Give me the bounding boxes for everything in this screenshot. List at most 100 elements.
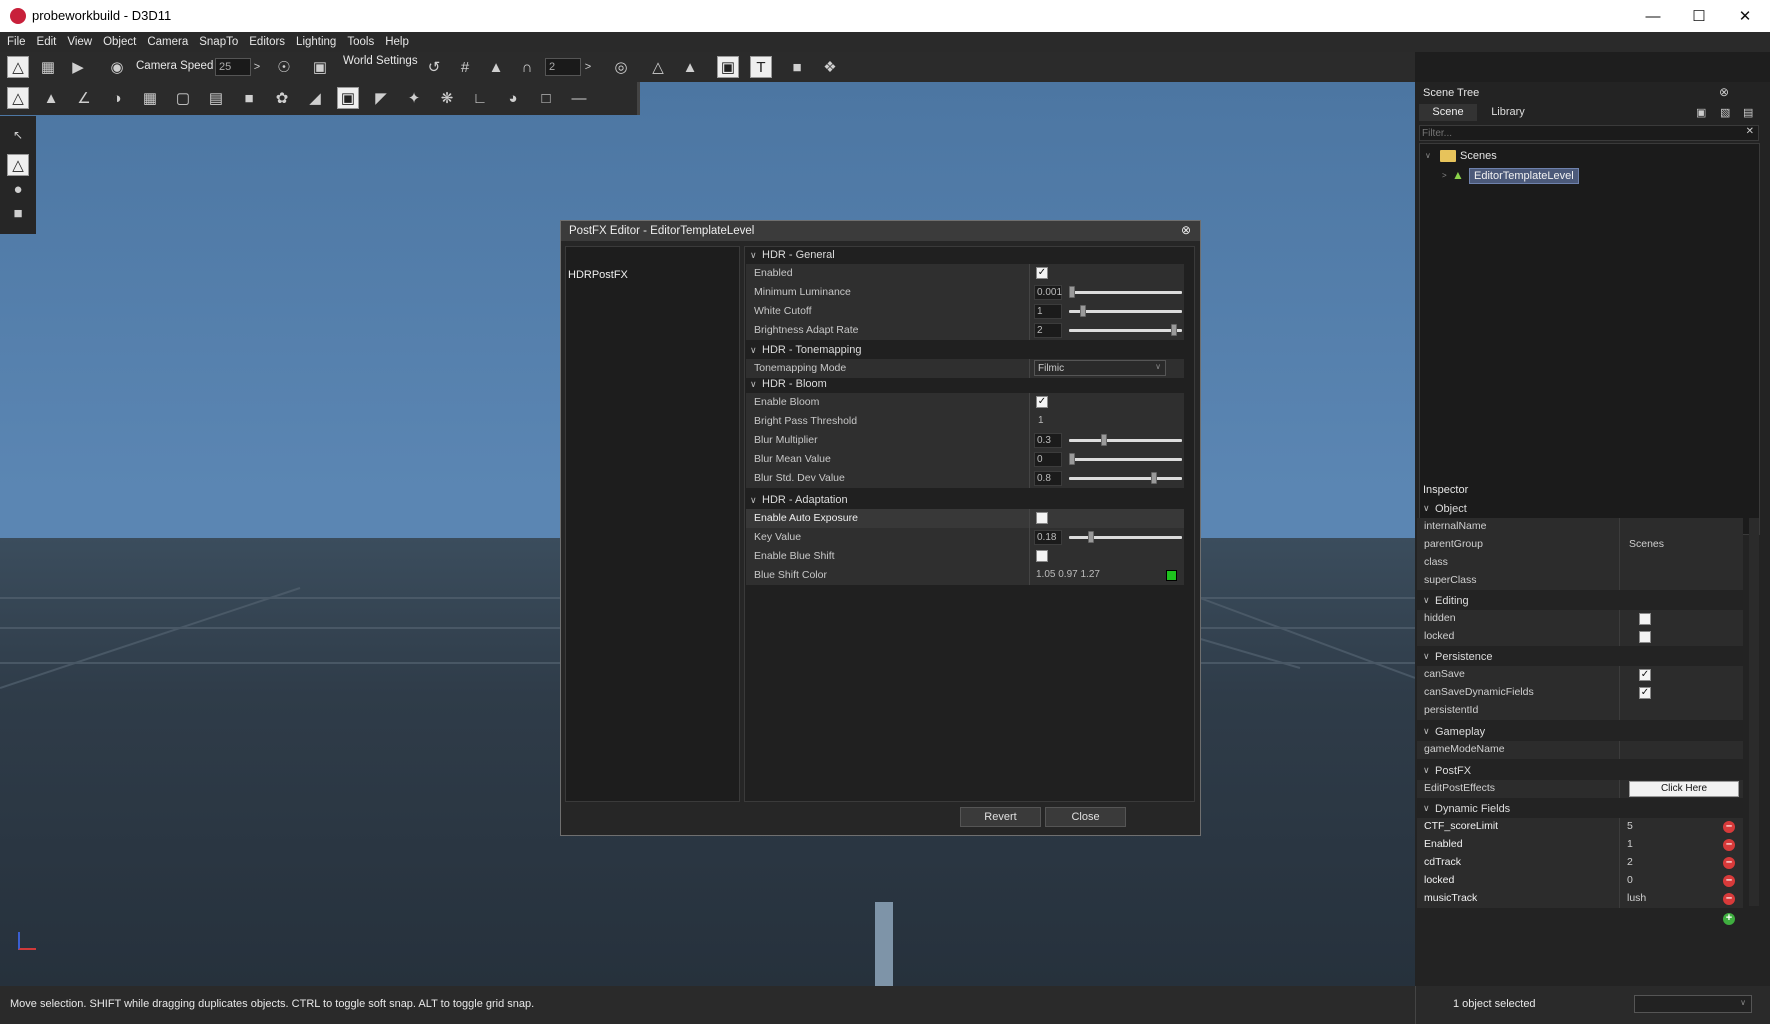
clear-filter-icon[interactable]: ✕ <box>1746 126 1754 137</box>
folder-icon[interactable]: ▧ <box>1720 106 1730 119</box>
field-value[interactable]: Scenes <box>1629 538 1664 550</box>
menu-edit[interactable]: Edit <box>37 36 57 48</box>
mic-icon[interactable]: ● <box>7 178 29 200</box>
leaf-tool-icon[interactable]: ✿ <box>271 87 293 109</box>
section-gameplay[interactable]: ∨ Gameplay <box>1415 723 1756 740</box>
slider-knob[interactable] <box>1079 305 1086 317</box>
menu-lighting[interactable]: Lighting <box>296 36 336 48</box>
frame-tool-icon[interactable]: □ <box>535 87 557 109</box>
drop-at-camera-icon[interactable]: ❖ <box>819 56 841 78</box>
text-label-icon[interactable]: T <box>750 56 772 78</box>
field-value[interactable]: lush <box>1627 892 1646 904</box>
blur-multiplier-input[interactable]: 0.3 <box>1034 433 1062 448</box>
slider-knob[interactable] <box>1087 531 1094 543</box>
play-icon[interactable]: ▶ <box>67 56 89 78</box>
world-settings-label[interactable]: World Settings <box>343 55 418 67</box>
field-value[interactable]: 5 <box>1627 820 1633 832</box>
key-value-slider[interactable] <box>1069 531 1182 543</box>
remove-field-icon[interactable]: – <box>1723 821 1735 833</box>
blur-std-slider[interactable] <box>1069 472 1182 484</box>
field-value[interactable]: 2 <box>1627 856 1633 868</box>
select-tool-icon[interactable]: △ <box>7 87 29 109</box>
remove-field-icon[interactable]: – <box>1723 875 1735 887</box>
filter-input[interactable] <box>1422 126 1722 140</box>
terrain-editor-icon[interactable]: △ <box>7 56 29 78</box>
blue-shift-checkbox[interactable] <box>1036 550 1048 562</box>
cansavedynamicfields-checkbox[interactable]: ✓ <box>1639 687 1651 699</box>
terrain-snap-icon[interactable]: ▲ <box>485 56 507 78</box>
menu-file[interactable]: File <box>7 36 26 48</box>
blur-multiplier-slider[interactable] <box>1069 434 1182 446</box>
shading-icon[interactable]: △ <box>647 56 669 78</box>
tonemapping-mode-select[interactable]: Filmic ∨ <box>1034 360 1166 376</box>
sound-tool-icon[interactable]: ◕ <box>502 87 524 109</box>
link-tool-icon[interactable]: — <box>568 87 590 109</box>
slider-knob[interactable] <box>1100 434 1107 446</box>
menu-tools[interactable]: Tools <box>347 36 374 48</box>
cube-tool-icon[interactable]: ▢ <box>172 87 194 109</box>
group-hdr-adaptation[interactable]: ∨ HDR - Adaptation <box>745 492 1185 508</box>
color-swatch[interactable] <box>1166 570 1177 581</box>
add-field-icon[interactable]: + <box>1723 913 1735 925</box>
hidden-checkbox[interactable] <box>1639 613 1651 625</box>
angle-tool-icon[interactable]: ∠ <box>73 87 95 109</box>
slider-knob[interactable] <box>1069 453 1075 465</box>
chevron-right-icon[interactable]: > <box>1442 171 1447 180</box>
cansave-checkbox[interactable]: ✓ <box>1639 669 1651 681</box>
visibility-eye-icon[interactable]: ☉ <box>273 56 295 78</box>
blur-mean-input[interactable]: 0 <box>1034 452 1062 467</box>
fit-view-icon[interactable]: ▣ <box>309 56 331 78</box>
path-tool-icon[interactable]: ▤ <box>205 87 227 109</box>
slider-knob[interactable] <box>1069 286 1075 298</box>
close-window-button[interactable]: ✕ <box>1722 0 1768 32</box>
bright-pass-value[interactable]: 1 <box>1038 415 1044 426</box>
grid-size-arrow-icon[interactable]: > <box>580 56 596 78</box>
lock-icon[interactable]: ▣ <box>1696 106 1706 119</box>
camera-speed-arrow-icon[interactable]: > <box>249 56 265 78</box>
locked-checkbox[interactable] <box>1639 631 1651 643</box>
magnet-icon[interactable]: ∩ <box>516 56 538 78</box>
maximize-button[interactable]: ☐ <box>1676 0 1722 32</box>
postfx-list-item[interactable]: HDRPostFX <box>568 269 628 281</box>
menu-object[interactable]: Object <box>103 36 136 48</box>
menu-snapto[interactable]: SnapTo <box>199 36 238 48</box>
min-luminance-slider[interactable] <box>1069 286 1182 298</box>
mountain-tool-icon[interactable]: ▲ <box>40 87 62 109</box>
blur-mean-slider[interactable] <box>1069 453 1182 465</box>
tree-item-editortemplatelevel[interactable]: EditorTemplateLevel <box>1469 168 1579 184</box>
section-dynamic-fields[interactable]: ∨ Dynamic Fields <box>1415 800 1756 817</box>
group-hdr-tonemapping[interactable]: ∨ HDR - Tonemapping <box>745 342 1185 358</box>
section-persistence[interactable]: ∨ Persistence <box>1415 648 1756 665</box>
light-tool-icon[interactable]: ✦ <box>403 87 425 109</box>
tree-item-scenes[interactable]: Scenes <box>1460 150 1497 162</box>
bounds-tool-icon[interactable]: ▣ <box>337 87 359 109</box>
click-here-button[interactable]: Click Here <box>1629 781 1739 797</box>
adapt-rate-input[interactable]: 2 <box>1034 323 1062 338</box>
adapt-rate-slider[interactable] <box>1069 324 1182 336</box>
stamp-tool-icon[interactable]: ■ <box>238 87 260 109</box>
grid-size-input[interactable]: 2 <box>545 58 581 76</box>
min-luminance-input[interactable]: 0.001 <box>1034 285 1062 300</box>
status-dropdown[interactable]: ∨ <box>1634 995 1752 1013</box>
chevron-down-icon[interactable]: ∨ <box>1425 151 1431 160</box>
scene-tree-close-icon[interactable]: ⊗ <box>1719 85 1729 99</box>
section-editing[interactable]: ∨ Editing <box>1415 592 1756 609</box>
render-mode-icon[interactable]: ◎ <box>610 56 632 78</box>
white-cutoff-slider[interactable] <box>1069 305 1182 317</box>
grid-tool-icon[interactable]: ▦ <box>139 87 161 109</box>
auto-exposure-checkbox[interactable] <box>1036 512 1048 524</box>
menu-view[interactable]: View <box>67 36 92 48</box>
tab-library[interactable]: Library <box>1479 104 1537 121</box>
inspector-scrollbar[interactable] <box>1749 518 1759 906</box>
wing-tool-icon[interactable]: ◤ <box>370 87 392 109</box>
select-bounds-icon[interactable]: ▣ <box>717 56 739 78</box>
grid-snap-icon[interactable]: # <box>454 56 476 78</box>
image-icon[interactable]: ▲ <box>679 56 701 78</box>
enabled-checkbox[interactable]: ✓ <box>1036 267 1048 279</box>
close-button[interactable]: Close <box>1045 807 1126 827</box>
camera-speed-input[interactable]: 25 <box>215 58 251 76</box>
remove-field-icon[interactable]: – <box>1723 893 1735 905</box>
revert-button[interactable]: Revert <box>960 807 1041 827</box>
trash-icon[interactable]: ▤ <box>1743 106 1753 119</box>
slider-knob[interactable] <box>1170 324 1177 336</box>
